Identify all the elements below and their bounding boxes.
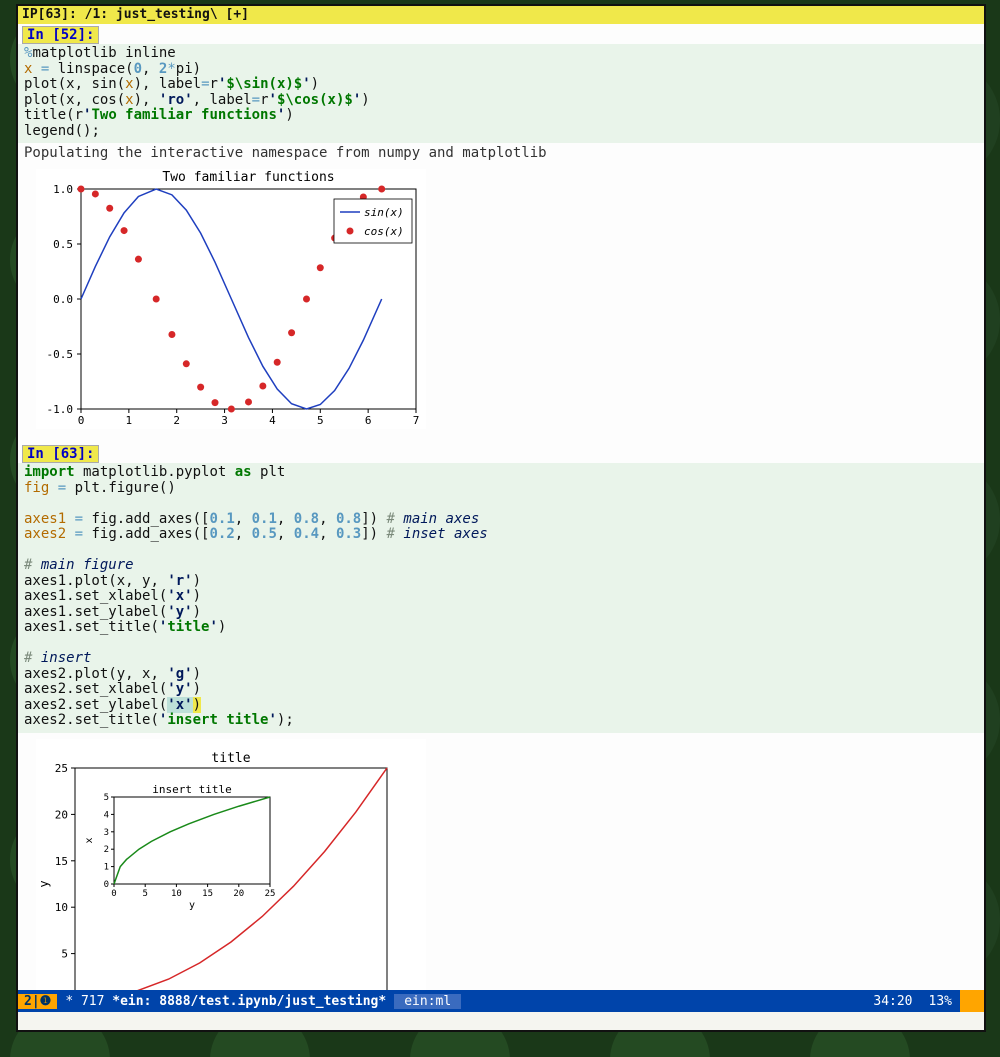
svg-text:25: 25 [55,762,68,775]
chart-two-familiar-functions: 0 1 2 3 4 5 6 7 -1.0 -0.5 0.0 0.5 1.0 Two familiar fu… [18,163,984,443]
modeline-mode: ein:ml [394,994,461,1009]
svg-text:5: 5 [104,793,109,803]
modeline-end-cap [960,990,984,1012]
svg-text:1: 1 [126,414,133,427]
modeline-modified: * 717 *ein: 8888/test.ipynb/just_testing… [57,994,394,1009]
svg-text:y: y [189,900,195,911]
svg-text:2: 2 [104,845,109,855]
modeline-position: 34:20 [865,994,920,1009]
svg-text:15: 15 [202,889,213,899]
mode-line: 2|❶ * 717 *ein: 8888/test.ipynb/just_tes… [18,990,984,1012]
svg-text:3: 3 [221,414,228,427]
svg-text:0: 0 [111,889,116,899]
svg-text:0: 0 [78,414,85,427]
svg-text:20: 20 [55,808,68,821]
buffer-content[interactable]: In [52]: %matplotlib inline x = linspace… [18,24,984,990]
modeline-indicator: 2|❶ [18,994,57,1009]
minibuffer[interactable] [18,1012,984,1030]
svg-text:3: 3 [104,827,109,837]
svg-text:-1.0: -1.0 [47,403,74,416]
plot-sin-cos: 0 1 2 3 4 5 6 7 -1.0 -0.5 0.0 0.5 1.0 Two familiar fu… [36,169,426,429]
svg-text:6: 6 [365,414,372,427]
cell-prompt-52: In [52]: [22,26,99,44]
svg-text:4: 4 [104,810,109,820]
svg-text:7: 7 [413,414,420,427]
svg-text:10: 10 [171,889,182,899]
plot-main-inset: 0123450510152025titlexy0510152025012345i… [36,739,426,991]
title-bar: IP[63]: /1: just_testing\ [+] [18,6,984,24]
modeline-percent: 13% [921,994,960,1009]
chart-main-with-inset: 0123450510152025titlexy0510152025012345i… [18,733,984,991]
svg-text:x: x [84,837,95,843]
svg-text:10: 10 [55,901,68,914]
svg-text:cos(x): cos(x) [364,225,404,238]
svg-text:1.0: 1.0 [53,183,73,196]
svg-text:-0.5: -0.5 [47,348,74,361]
svg-text:y: y [37,880,51,887]
cell-prompt-63: In [63]: [22,445,99,463]
svg-text:sin(x): sin(x) [364,206,404,219]
svg-text:insert title: insert title [152,783,231,796]
svg-text:15: 15 [55,854,68,867]
svg-text:4: 4 [269,414,276,427]
svg-text:25: 25 [265,889,276,899]
svg-text:5: 5 [317,414,324,427]
svg-text:5: 5 [142,889,147,899]
svg-text:0.5: 0.5 [53,238,73,251]
emacs-window: IP[63]: /1: just_testing\ [+] In [52]: %… [16,4,986,1032]
svg-text:0: 0 [104,880,109,890]
code-cell-63[interactable]: import matplotlib.pyplot as plt fig = pl… [18,463,984,733]
svg-text:20: 20 [233,889,244,899]
svg-text:2: 2 [173,414,180,427]
svg-text:0.0: 0.0 [53,293,73,306]
code-cell-52[interactable]: %matplotlib inline x = linspace(0, 2*pi)… [18,44,984,143]
modeline-buffer: *ein: 8888/test.ipynb/just_testing* [112,994,386,1009]
svg-text:title: title [211,751,250,766]
svg-text:5: 5 [61,947,68,960]
cell-52-stdout: Populating the interactive namespace fro… [18,143,984,163]
svg-text:Two familiar functions: Two familiar functions [162,170,334,185]
svg-text:1: 1 [104,862,109,872]
